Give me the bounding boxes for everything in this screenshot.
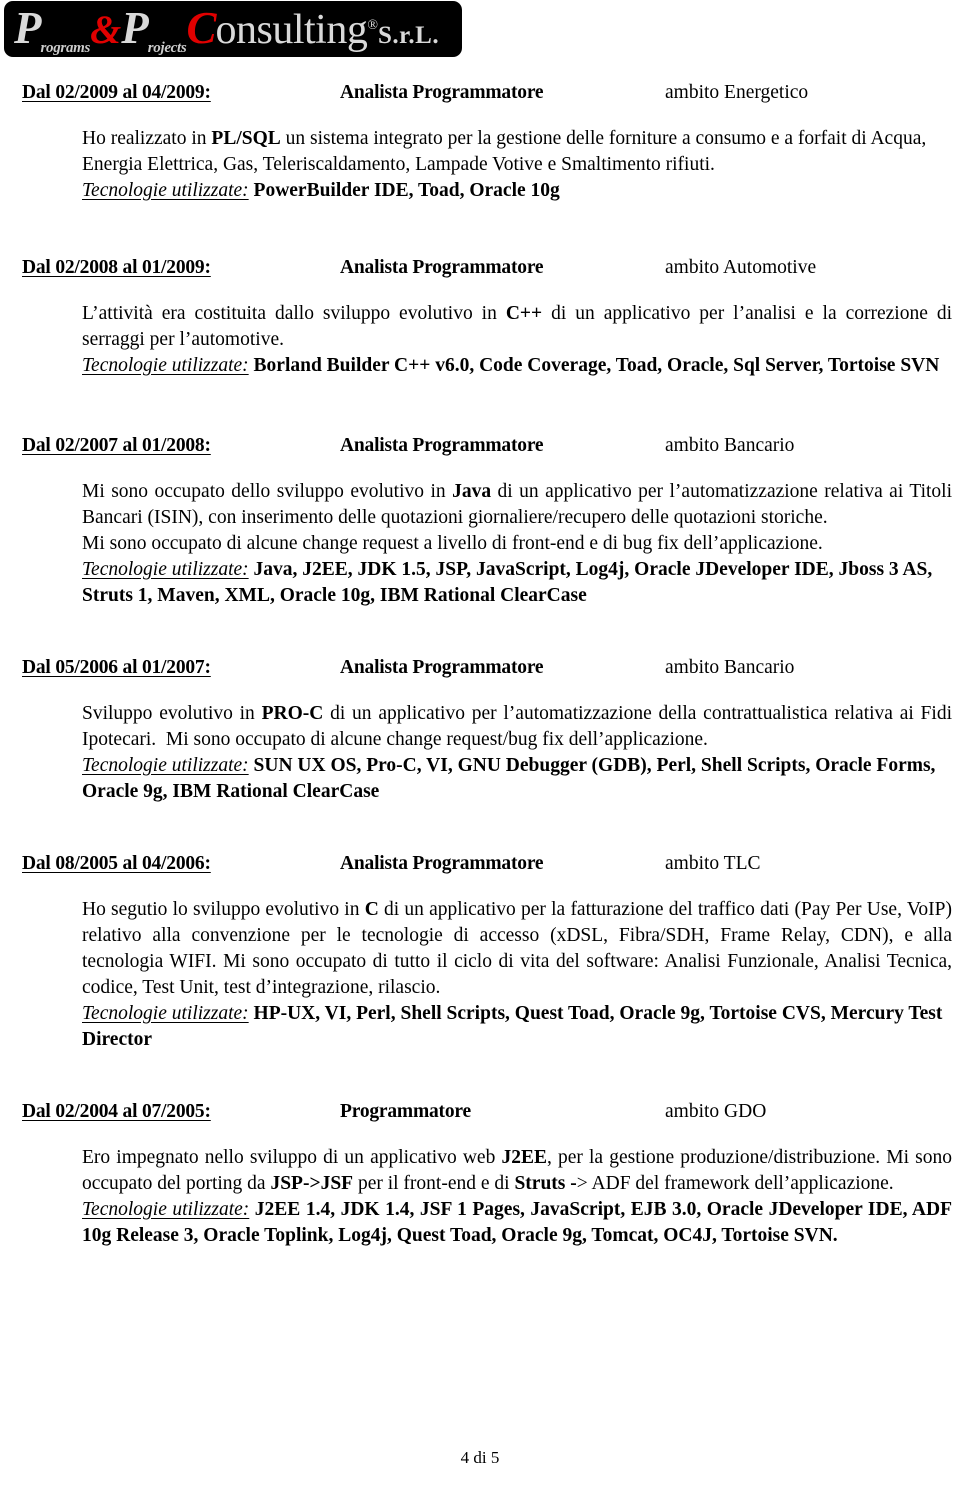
entry-description: Sviluppo evolutivo in PRO-C di un applic… bbox=[82, 703, 952, 750]
entry-technologies: Tecnologie utilizzate: Borland Builder C… bbox=[82, 353, 952, 379]
entry-description: Ho realizzato in PL/SQL un sistema integ… bbox=[82, 128, 927, 175]
company-logo-text: Programs&ProjectsConsulting®S.r.L. bbox=[14, 1, 439, 57]
entry-role: Programmatore bbox=[340, 1101, 471, 1122]
logo-legal-form: S.r.L. bbox=[377, 22, 440, 49]
entry-description: Ho segutio lo sviluppo evolutivo in C di… bbox=[82, 899, 952, 998]
entry-date-range: Dal 02/2004 al 07/2005: bbox=[22, 1101, 211, 1122]
tech-highlight: C bbox=[364, 899, 379, 920]
entry-technologies: Tecnologie utilizzate: PowerBuilder IDE,… bbox=[82, 178, 952, 204]
entry-date-range: Dal 02/2009 al 04/2009: bbox=[22, 82, 211, 103]
experience-entry: Dal 02/2008 al 01/2009: Analista Program… bbox=[0, 257, 960, 379]
technologies-label: Tecnologie utilizzate: bbox=[82, 1003, 249, 1024]
logo-letter-p2: P bbox=[121, 3, 148, 53]
entry-header: Dal 02/2004 al 07/2005: Programmatore am… bbox=[0, 1101, 960, 1131]
entry-role: Analista Programmatore bbox=[340, 853, 544, 874]
page-number: 4 di 5 bbox=[460, 1448, 500, 1467]
entry-role: Analista Programmatore bbox=[340, 657, 544, 678]
technologies-label: Tecnologie utilizzate: bbox=[82, 755, 249, 776]
entry-domain: ambito TLC bbox=[665, 853, 761, 874]
logo-word-consulting: onsulting bbox=[215, 7, 368, 53]
company-logo: Programs&ProjectsConsulting®S.r.L. bbox=[4, 1, 462, 57]
entry-technologies: Tecnologie utilizzate: HP-UX, VI, Perl, … bbox=[82, 1001, 952, 1053]
tech-highlight: J2EE bbox=[501, 1147, 547, 1168]
entry-description: Ero impegnato nello sviluppo di un appli… bbox=[82, 1147, 952, 1194]
technologies-label: Tecnologie utilizzate: bbox=[82, 559, 249, 580]
technologies-list: Borland Builder C++ v6.0, Code Coverage,… bbox=[253, 355, 940, 376]
entry-body: Sviluppo evolutivo in PRO-C di un applic… bbox=[0, 701, 960, 805]
entry-date-range: Dal 02/2008 al 01/2009: bbox=[22, 257, 211, 278]
tech-highlight: PRO-C bbox=[261, 703, 324, 724]
entry-domain: ambito Bancario bbox=[665, 657, 795, 678]
entry-date-range: Dal 05/2006 al 01/2007: bbox=[22, 657, 211, 678]
entry-role: Analista Programmatore bbox=[340, 82, 544, 103]
logo-word-projects: rojects bbox=[147, 40, 187, 56]
entry-body: Ho realizzato in PL/SQL un sistema integ… bbox=[0, 126, 960, 204]
entry-header: Dal 08/2005 al 04/2006: Analista Program… bbox=[0, 853, 960, 883]
entry-description: Mi sono occupato dello sviluppo evolutiv… bbox=[82, 481, 952, 528]
experience-entry: Dal 02/2007 al 01/2008: Analista Program… bbox=[0, 435, 960, 609]
entry-role: Analista Programmatore bbox=[340, 257, 544, 278]
entry-domain: ambito Energetico bbox=[665, 82, 809, 103]
tech-highlight: PL/SQL bbox=[211, 128, 281, 149]
entry-header: Dal 02/2009 al 04/2009: Analista Program… bbox=[0, 82, 960, 112]
entry-header: Dal 05/2006 al 01/2007: Analista Program… bbox=[0, 657, 960, 687]
tech-highlight: Struts - bbox=[514, 1173, 577, 1194]
entry-date-range: Dal 08/2005 al 04/2006: bbox=[22, 853, 211, 874]
entry-technologies: Tecnologie utilizzate: SUN UX OS, Pro-C,… bbox=[82, 753, 952, 805]
tech-highlight: C++ bbox=[505, 303, 543, 324]
entry-body: L’attività era costituita dallo sviluppo… bbox=[0, 301, 960, 379]
technologies-list: PowerBuilder IDE, Toad, Oracle 10g bbox=[253, 180, 560, 201]
entry-technologies: Tecnologie utilizzate: Java, J2EE, JDK 1… bbox=[82, 557, 952, 609]
logo-ampersand: & bbox=[90, 7, 122, 52]
entry-date-range: Dal 02/2007 al 01/2008: bbox=[22, 435, 211, 456]
registered-trademark-icon: ® bbox=[367, 18, 378, 33]
experience-entry: Dal 08/2005 al 04/2006: Analista Program… bbox=[0, 853, 960, 1053]
entry-body: Ero impegnato nello sviluppo di un appli… bbox=[0, 1145, 960, 1249]
entry-header: Dal 02/2007 al 01/2008: Analista Program… bbox=[0, 435, 960, 465]
entry-description: L’attività era costituita dallo sviluppo… bbox=[82, 303, 953, 350]
logo-letter-c: C bbox=[186, 3, 216, 53]
logo-letter-p1: P bbox=[14, 3, 41, 53]
entry-domain: ambito Bancario bbox=[665, 435, 795, 456]
technologies-label: Tecnologie utilizzate: bbox=[82, 180, 249, 201]
page-header: Programs&ProjectsConsulting®S.r.L. bbox=[0, 0, 960, 62]
entry-technologies: Tecnologie utilizzate: J2EE 1.4, JDK 1.4… bbox=[82, 1197, 952, 1249]
tech-highlight: Java bbox=[452, 481, 492, 502]
entry-header: Dal 02/2008 al 01/2009: Analista Program… bbox=[0, 257, 960, 287]
page-footer: 4 di 5 bbox=[0, 1448, 960, 1468]
experience-entry: Dal 02/2009 al 04/2009: Analista Program… bbox=[0, 82, 960, 204]
experience-entry: Dal 05/2006 al 01/2007: Analista Program… bbox=[0, 657, 960, 805]
entry-domain: ambito Automotive bbox=[665, 257, 817, 278]
entry-description-extra: Mi sono occupato di alcune change reques… bbox=[82, 533, 823, 554]
technologies-label: Tecnologie utilizzate: bbox=[82, 355, 249, 376]
entry-domain: ambito GDO bbox=[665, 1101, 767, 1122]
experience-entry: Dal 02/2004 al 07/2005: Programmatore am… bbox=[0, 1101, 960, 1249]
entry-role: Analista Programmatore bbox=[340, 435, 544, 456]
entry-body: Ho segutio lo sviluppo evolutivo in C di… bbox=[0, 897, 960, 1053]
document-body: Dal 02/2009 al 04/2009: Analista Program… bbox=[0, 62, 960, 1249]
tech-highlight: JSP->JSF bbox=[270, 1173, 354, 1194]
entry-body: Mi sono occupato dello sviluppo evolutiv… bbox=[0, 479, 960, 609]
technologies-label: Tecnologie utilizzate: bbox=[82, 1199, 250, 1220]
logo-word-programs: rograms bbox=[40, 40, 91, 56]
